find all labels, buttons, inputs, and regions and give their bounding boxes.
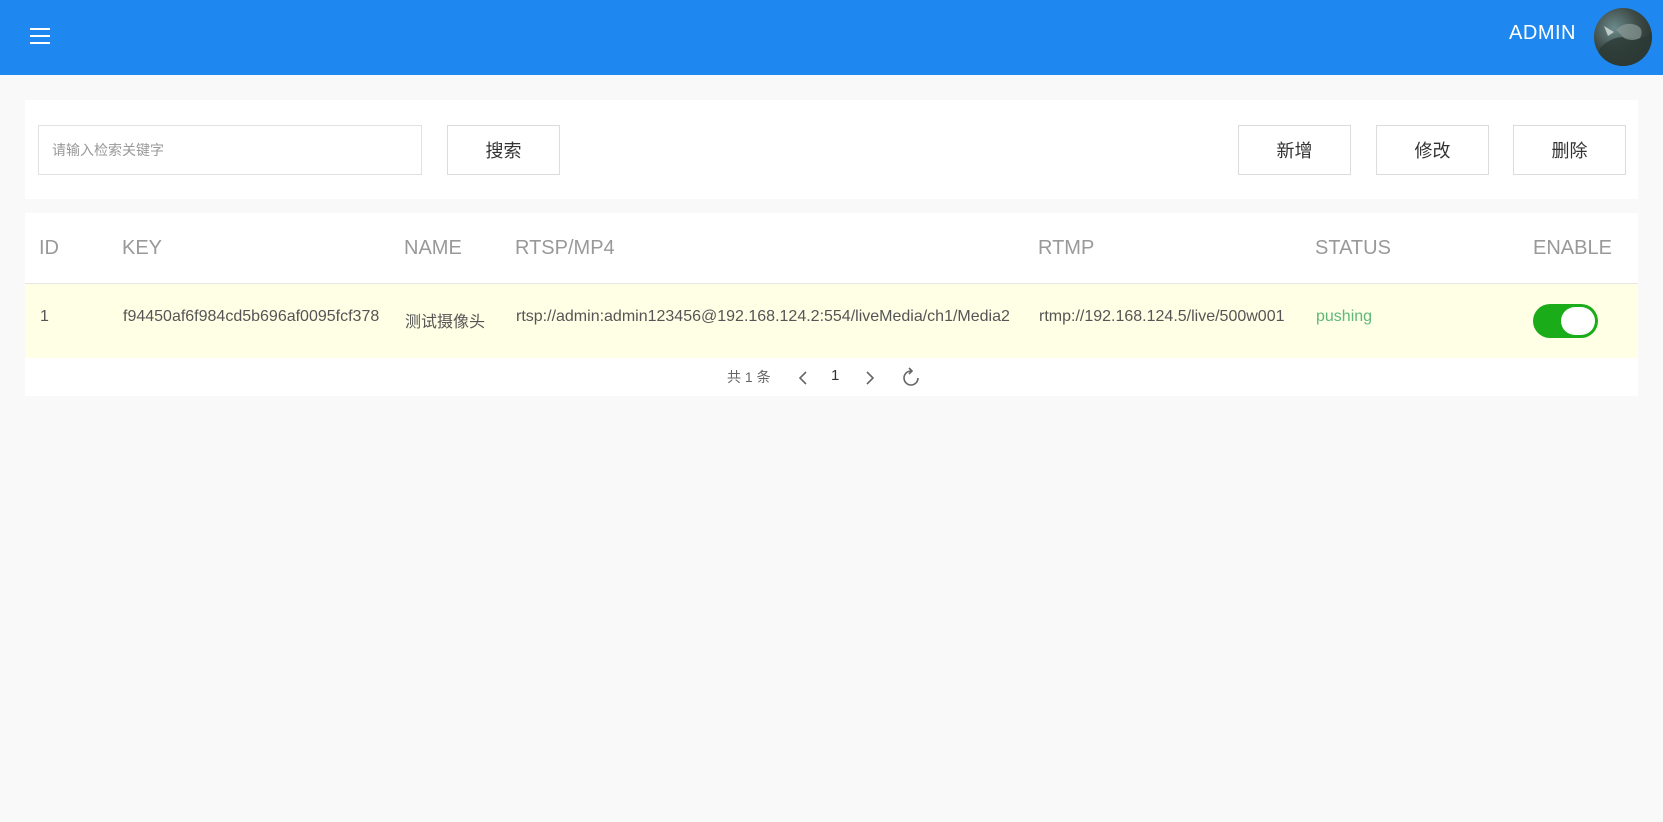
- table-row[interactable]: 1 f94450af6f984cd5b696af0095fcf378 测试摄像头…: [25, 284, 1638, 358]
- edit-button[interactable]: 修改: [1376, 125, 1489, 175]
- top-header: ADMIN: [0, 0, 1663, 75]
- hamburger-menu-icon[interactable]: [28, 26, 52, 46]
- chevron-left-icon[interactable]: [794, 368, 812, 388]
- cell-key: f94450af6f984cd5b696af0095fcf378: [123, 308, 380, 325]
- cell-name: 测试摄像头: [405, 314, 486, 331]
- column-header-name[interactable]: NAME: [404, 237, 462, 260]
- toolbar-panel: 搜索 新增 修改 删除: [25, 100, 1638, 199]
- pagination-page-1[interactable]: 1: [831, 367, 839, 384]
- chevron-right-icon[interactable]: [861, 368, 879, 388]
- column-header-status[interactable]: STATUS: [1315, 237, 1391, 260]
- stream-table: ID KEY NAME RTSP/MP4 RTMP STATUS ENABLE …: [25, 213, 1638, 396]
- refresh-icon[interactable]: [899, 366, 923, 390]
- column-header-id[interactable]: ID: [39, 237, 59, 260]
- pagination: 共 1 条 1: [25, 358, 1638, 396]
- search-button[interactable]: 搜索: [447, 125, 560, 175]
- cell-status: pushing: [1316, 308, 1373, 325]
- search-input[interactable]: [38, 125, 422, 175]
- cell-rtsp: rtsp://admin:admin123456@192.168.124.2:5…: [516, 308, 1010, 325]
- username-label[interactable]: ADMIN: [1509, 22, 1576, 45]
- column-header-enable[interactable]: ENABLE: [1533, 237, 1612, 260]
- pagination-total: 共 1 条: [727, 369, 771, 385]
- delete-button[interactable]: 删除: [1513, 125, 1626, 175]
- enable-toggle[interactable]: [1533, 304, 1598, 338]
- cell-id: 1: [40, 308, 49, 325]
- add-button[interactable]: 新增: [1238, 125, 1351, 175]
- toggle-knob: [1561, 307, 1595, 335]
- avatar[interactable]: [1594, 8, 1652, 66]
- column-header-rtmp[interactable]: RTMP: [1038, 237, 1094, 260]
- cell-rtmp: rtmp://192.168.124.5/live/500w001: [1039, 308, 1285, 325]
- column-header-key[interactable]: KEY: [122, 237, 162, 260]
- column-header-rtsp[interactable]: RTSP/MP4: [515, 237, 615, 260]
